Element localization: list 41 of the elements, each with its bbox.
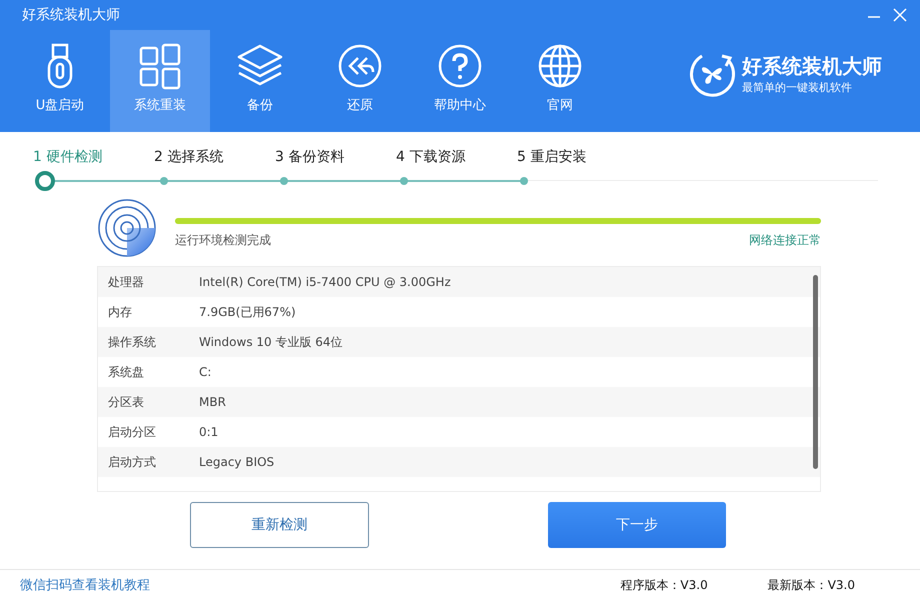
network-status: 网络连接正常 xyxy=(749,232,821,248)
radar-icon xyxy=(97,198,157,258)
info-label: 分区表 xyxy=(107,394,145,410)
tutorial-link[interactable]: 微信扫码查看装机教程 xyxy=(20,576,150,594)
nav-tab[interactable]: 帮助中心 xyxy=(410,30,510,132)
latest-version: 最新版本：V3.0 xyxy=(768,576,855,594)
rewind-circle-icon xyxy=(336,42,384,90)
info-label: 内存 xyxy=(107,304,133,320)
close-icon[interactable] xyxy=(892,7,908,23)
window-title: 好系统装机大师 xyxy=(22,6,120,24)
step-label: 1 硬件检测 xyxy=(33,148,104,166)
info-label: 操作系统 xyxy=(107,334,157,350)
recheck-button[interactable]: 重新检测 xyxy=(190,502,369,548)
info-label: 系统盘 xyxy=(107,364,145,380)
nav-tab[interactable]: 还原 xyxy=(310,30,410,132)
step-label: 3 备份资料 xyxy=(275,148,346,166)
info-value: MBR xyxy=(199,395,226,409)
step-label: 4 下载资源 xyxy=(396,148,466,166)
info-value: 0:1 xyxy=(199,425,218,439)
globe-icon xyxy=(536,42,584,90)
program-version: 程序版本：V3.0 xyxy=(620,576,708,594)
nav-tab[interactable]: U盘启动 xyxy=(10,30,110,132)
nav-tab[interactable]: 官网 xyxy=(510,30,610,132)
step-label: 5 重启安装 xyxy=(517,148,588,166)
next-button[interactable]: 下一步 xyxy=(548,502,726,548)
nav-tab[interactable]: 系统重装 xyxy=(110,30,210,132)
brand-tagline: 最简单的一键装机软件 xyxy=(742,80,853,95)
info-label: 启动分区 xyxy=(107,424,157,440)
info-value: C: xyxy=(199,365,212,379)
info-value: Intel(R) Core(TM) i5-7400 CPU @ 3.00GHz xyxy=(199,275,451,289)
scrollbar[interactable] xyxy=(813,275,818,469)
step-label: 2 选择系统 xyxy=(154,148,224,166)
help-icon xyxy=(436,42,484,90)
info-value: 7.9GB(已用67%) xyxy=(199,304,296,320)
info-value: Legacy BIOS xyxy=(199,455,274,469)
info-value: Windows 10 专业版 64位 xyxy=(199,334,343,350)
brand-name: 好系统装机大师 xyxy=(742,53,882,80)
info-label: 启动方式 xyxy=(107,454,157,470)
info-label: 处理器 xyxy=(107,274,145,290)
nav-tab[interactable]: 备份 xyxy=(210,30,310,132)
status-text: 运行环境检测完成 xyxy=(175,232,271,248)
